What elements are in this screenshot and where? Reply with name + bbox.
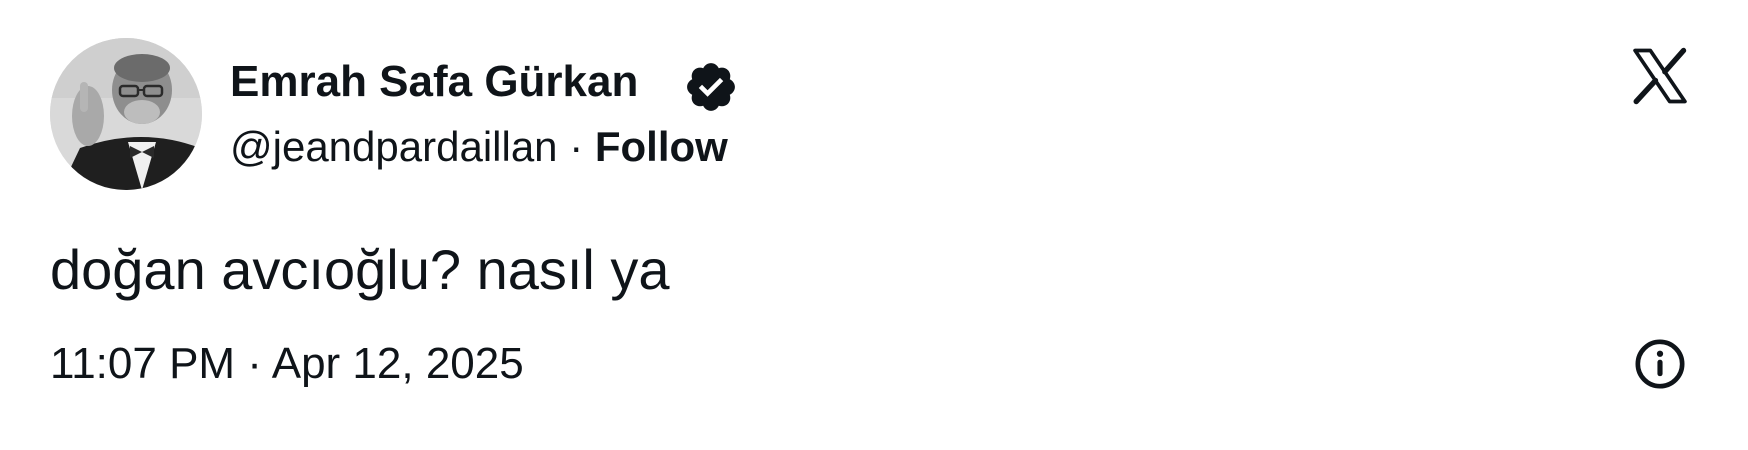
author-name[interactable]: Emrah Safa Gürkan xyxy=(230,55,638,109)
follow-link[interactable]: Follow xyxy=(595,123,728,170)
verified-badge-icon xyxy=(687,63,735,111)
tweet-text: doğan avcıoğlu? nasıl ya xyxy=(50,238,670,301)
tweet-timestamp[interactable]: 11:07 PM · Apr 12, 2025 xyxy=(50,336,524,392)
author-handle[interactable]: @jeandpardaillan xyxy=(230,123,558,170)
tweet-embed-card: Emrah Safa Gürkan @jeandpardaillan · Fol… xyxy=(0,0,1748,450)
handle-row: @jeandpardaillan · Follow xyxy=(230,120,728,174)
separator-dot: · xyxy=(569,123,595,170)
info-icon[interactable] xyxy=(1632,336,1688,392)
avatar-image xyxy=(50,38,202,190)
x-logo-icon[interactable] xyxy=(1625,42,1695,110)
avatar[interactable] xyxy=(50,38,202,190)
